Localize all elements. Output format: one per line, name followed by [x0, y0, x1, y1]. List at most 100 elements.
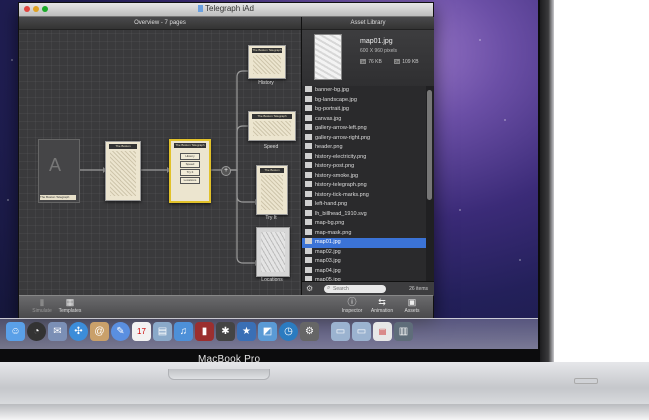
- iphoto-icon[interactable]: ✱: [216, 322, 235, 341]
- address-book-icon[interactable]: @: [90, 322, 109, 341]
- asset-filename: gallery-arrow-right.png: [315, 134, 371, 141]
- iad-producer-window: Telegraph iAd Overview - 7 pages A The B…: [18, 2, 434, 318]
- asset-list-item[interactable]: history-post.png: [302, 162, 426, 172]
- page-placeholder[interactable]: A The Boston Telegraph: [38, 139, 80, 203]
- asset-list-item[interactable]: history-tick-marks.png: [302, 190, 426, 201]
- asset-filename: bg-portrait.jpg: [315, 106, 349, 112]
- asset-filename: left-hand.png: [315, 201, 348, 207]
- dashboard-icon[interactable]: ◔: [27, 322, 46, 341]
- asset-size-1x: 1x 76 KB: [360, 59, 382, 65]
- desktop-screen: Telegraph iAd Overview - 7 pages A The B…: [0, 0, 538, 349]
- asset-list-item[interactable]: history-telegraph.png: [302, 181, 426, 191]
- asset-list-item[interactable]: gallery-arrow-left.png: [302, 124, 426, 134]
- asset-list-item[interactable]: gallery-arrow-right.png: [302, 133, 426, 144]
- file-icon: [305, 247, 312, 254]
- page-locations[interactable]: [256, 227, 290, 277]
- pdf-stack-icon[interactable]: ▤: [373, 322, 392, 341]
- templates-button[interactable]: ▦ Templates: [57, 298, 83, 315]
- gear-icon[interactable]: ⚙: [306, 284, 313, 293]
- asset-preview-dimensions: 600 X 960 pixels: [360, 48, 397, 54]
- page-menu-selected[interactable]: The Boston Telegraph History Speed Try I…: [169, 139, 211, 203]
- asset-list-item[interactable]: history-electricity.png: [302, 152, 426, 163]
- mail-icon[interactable]: ✉: [48, 322, 67, 341]
- page-illustration: [261, 175, 283, 210]
- calendar-icon[interactable]: 17: [132, 322, 151, 341]
- page-speed[interactable]: The Boston Telegraph: [248, 111, 296, 141]
- asset-preview-name: map01.jpg: [360, 38, 393, 45]
- safari-icon[interactable]: ✣: [69, 322, 88, 341]
- file-icon: [305, 190, 312, 197]
- inspector-button[interactable]: ⓘ Inspector: [339, 297, 365, 315]
- page-banner[interactable]: The Boston Telegraph: [105, 141, 141, 201]
- placeholder-label: The Boston Telegraph: [40, 195, 76, 200]
- asset-filename: history-post.png: [315, 163, 355, 169]
- trash-icon[interactable]: ▥: [394, 322, 413, 341]
- page-label-locations: Locations: [261, 277, 283, 283]
- window-title-wrap: Telegraph iAd: [19, 4, 433, 13]
- page-header: The Boston Telegraph: [109, 144, 137, 149]
- asset-list-item[interactable]: map04.jpg: [302, 266, 426, 277]
- ichat-icon[interactable]: ✎: [111, 322, 130, 341]
- asset-filename: map04.jpg: [315, 267, 341, 274]
- animation-button[interactable]: ⇆ Animation: [369, 298, 395, 315]
- asset-list-item[interactable]: bg-landscape.jpg: [302, 95, 426, 106]
- asset-list-item[interactable]: map02.jpg: [302, 247, 426, 258]
- page-try-it[interactable]: The Boston Telegraph: [256, 165, 288, 215]
- documents-folder-icon[interactable]: ▭: [352, 322, 371, 341]
- add-page-icon[interactable]: +: [221, 166, 231, 176]
- overview-panel: Overview - 7 pages A The Boston Telegrap…: [19, 17, 301, 295]
- size-1x-value: 76 KB: [368, 59, 382, 65]
- asset-list-scrollbar[interactable]: [426, 86, 434, 281]
- imovie-icon[interactable]: ★: [237, 322, 256, 341]
- finder-icon[interactable]: ☺: [6, 322, 25, 341]
- title-bar[interactable]: Telegraph iAd: [19, 3, 433, 17]
- file-icon: [305, 266, 312, 273]
- system-preferences-icon[interactable]: ⚙: [300, 322, 319, 341]
- file-icon: [305, 181, 312, 187]
- asset-thumbnail: [314, 34, 342, 80]
- asset-list-item[interactable]: left-hand.png: [302, 200, 426, 210]
- asset-list-item[interactable]: bg-portrait.jpg: [302, 105, 426, 115]
- asset-list-item[interactable]: lh_billhead_1910.svg: [302, 209, 426, 220]
- page-history[interactable]: The Boston Telegraph: [248, 45, 286, 79]
- assets-button[interactable]: ▣ Assets: [399, 298, 425, 315]
- asset-list-item[interactable]: map-bg.png: [302, 219, 426, 229]
- page-header: The Boston Telegraph: [252, 48, 282, 53]
- menu-button-history[interactable]: History: [180, 153, 200, 160]
- dock: ☺ ◔ ✉ ✣ @ ✎ 17 ▤ ♫ ▮ ✱ ★ ◩ ◷ ⚙ ▭ ▭ ▤ ▥: [0, 318, 538, 349]
- asset-list-item[interactable]: header.png: [302, 143, 426, 153]
- asset-list-item[interactable]: map-mask.png: [302, 228, 426, 239]
- search-input[interactable]: [324, 285, 386, 293]
- menu-button-try-it[interactable]: Try It: [180, 169, 200, 176]
- search-icon: ⌕: [327, 285, 331, 291]
- asset-list-item[interactable]: canvas.jpg: [302, 114, 426, 125]
- page-illustration: [253, 121, 291, 136]
- itunes-icon[interactable]: ♫: [174, 322, 193, 341]
- menu-button-speed[interactable]: Speed: [180, 161, 200, 168]
- asset-list-item[interactable]: map03.jpg: [302, 257, 426, 267]
- applications-folder-icon[interactable]: ▭: [331, 322, 350, 341]
- info-icon: ⓘ: [347, 297, 357, 307]
- app-store-icon: A: [49, 155, 62, 175]
- asset-list-item[interactable]: map01.jpg: [302, 238, 426, 248]
- asset-filename: banner-bg.jpg: [315, 87, 349, 93]
- file-icon: [305, 105, 312, 111]
- preview-icon[interactable]: ▤: [153, 322, 172, 341]
- file-icon: [305, 133, 312, 140]
- asset-list-item[interactable]: history-smoke.jpg: [302, 171, 426, 182]
- garageband-icon[interactable]: ◩: [258, 322, 277, 341]
- simulate-button[interactable]: ▮ Simulate: [29, 297, 55, 315]
- file-icon: [305, 209, 312, 216]
- page-illustration: [253, 55, 281, 74]
- asset-list-item[interactable]: banner-bg.jpg: [302, 86, 426, 96]
- assets-label: Assets: [404, 308, 420, 314]
- menu-button-locations[interactable]: Locations: [180, 177, 200, 184]
- file-icon: [305, 238, 312, 244]
- photo-booth-icon[interactable]: ▮: [195, 322, 214, 341]
- time-machine-icon[interactable]: ◷: [279, 322, 298, 341]
- scrollbar-knob[interactable]: [427, 90, 432, 200]
- simulate-icon: ▮: [39, 297, 45, 307]
- asset-filename: gallery-arrow-left.png: [315, 125, 367, 131]
- asset-list[interactable]: banner-bg.jpg bg-landscape.jpg bg-portrait…: [302, 86, 426, 281]
- asset-preview: map01.jpg 600 X 960 pixels 1x 76 KB 2x 109…: [302, 30, 434, 87]
